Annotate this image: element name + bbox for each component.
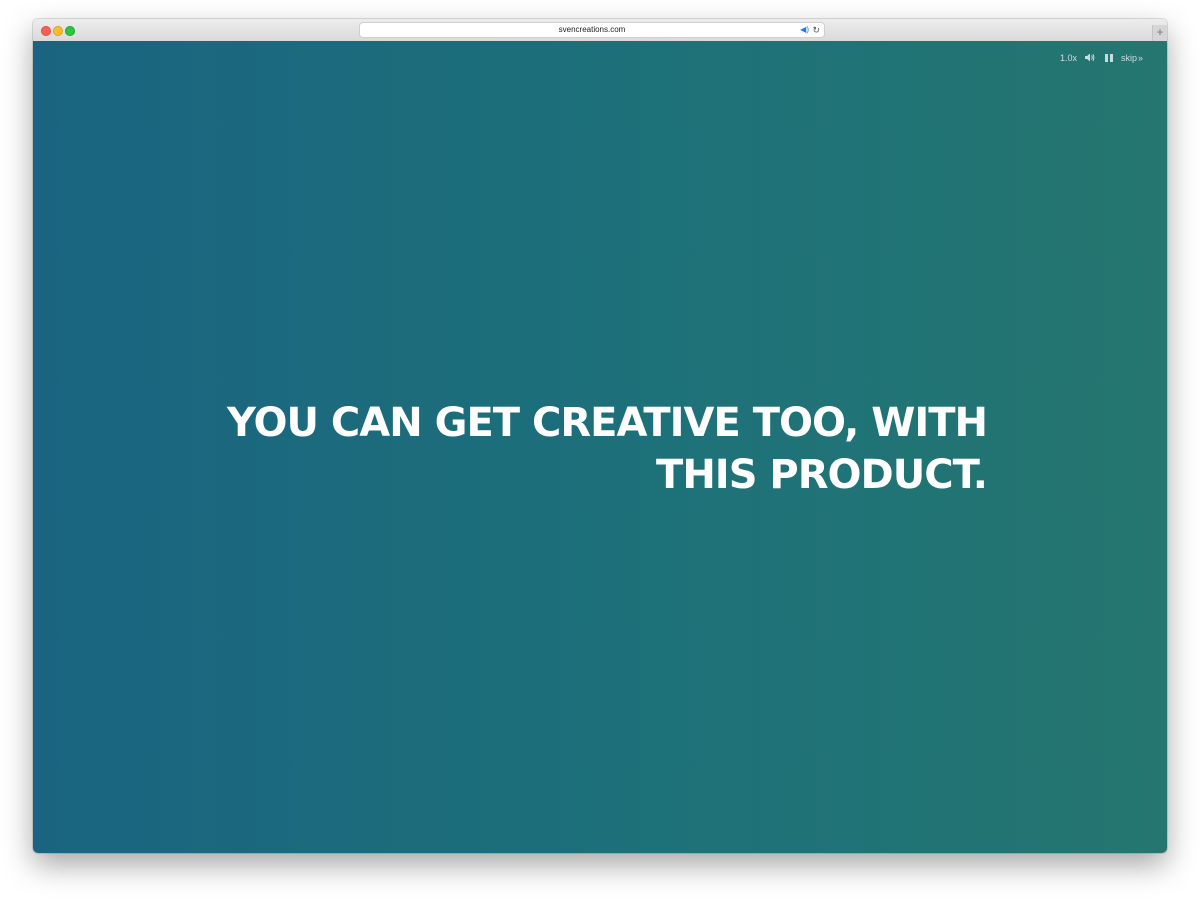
page-headline: YOU CAN GET CREATIVE TOO, WITH THIS PROD… [226, 400, 988, 498]
player-controls: 1.0x skip» [1060, 51, 1143, 65]
maximize-window-button[interactable] [65, 26, 75, 36]
new-tab-button[interactable]: + [1152, 25, 1167, 41]
minimize-window-button[interactable] [53, 26, 63, 36]
tab-audio-icon[interactable]: ◀) [800, 24, 809, 36]
browser-titlebar: svencreations.com ◀) ↻ + [33, 19, 1167, 42]
skip-button[interactable]: skip» [1121, 53, 1143, 63]
page-content: 1.0x skip» YOU CAN GET CREATIVE TOO, WIT… [33, 41, 1167, 853]
playback-speed-button[interactable]: 1.0x [1060, 53, 1077, 63]
address-bar[interactable]: svencreations.com ◀) ↻ [360, 23, 824, 37]
skip-label: skip [1120, 53, 1137, 63]
pause-icon[interactable] [1104, 54, 1113, 62]
url-text[interactable]: svencreations.com [360, 24, 824, 36]
close-window-button[interactable] [41, 26, 51, 36]
speaker-icon[interactable] [1084, 53, 1095, 64]
skip-arrows-icon: » [1137, 53, 1143, 63]
browser-window: svencreations.com ◀) ↻ + 1.0x skip» YOU … [33, 19, 1167, 853]
reload-icon[interactable]: ↻ [812, 24, 820, 36]
